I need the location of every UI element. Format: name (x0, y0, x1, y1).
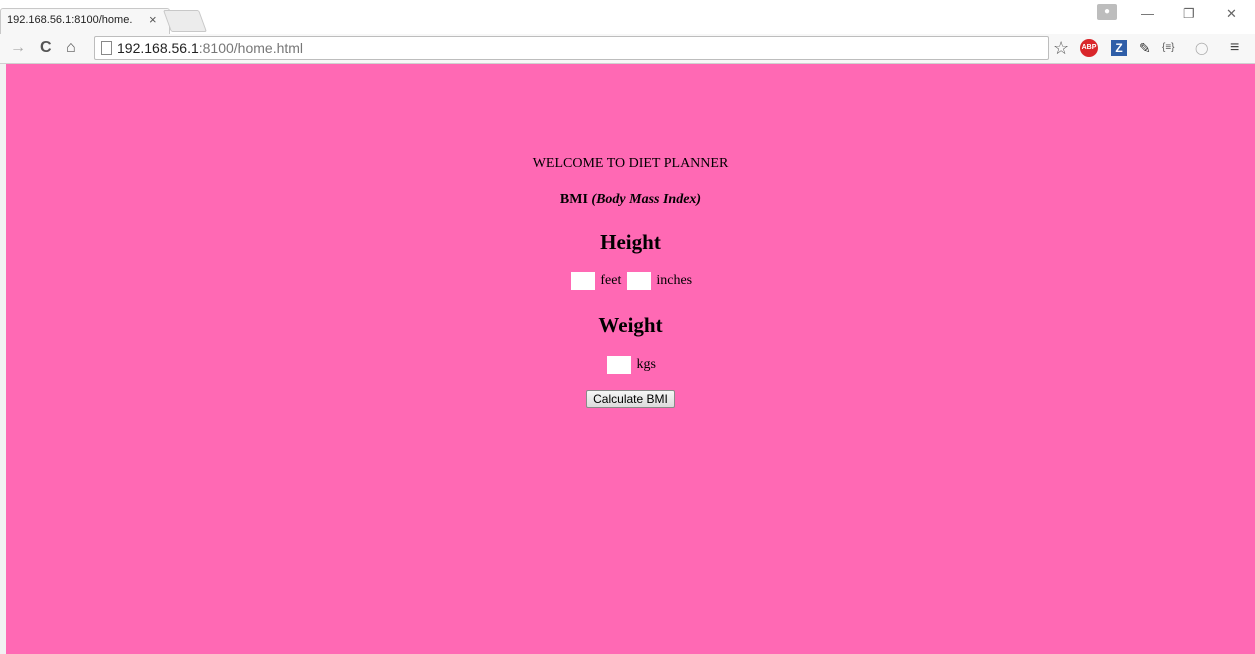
tab-close-icon[interactable]: × (149, 13, 157, 27)
kgs-input[interactable] (607, 356, 632, 374)
tab-strip: 192.168.56.1:8100/home. × ● — ❐ ✕ (0, 0, 1255, 34)
json-extension-icon[interactable]: {≡} (1162, 39, 1175, 57)
inches-label: inches (656, 273, 693, 289)
page-content: WELCOME TO DIET PLANNER BMI (Body Mass I… (6, 64, 1255, 654)
profile-icon[interactable]: ● (1097, 4, 1117, 20)
welcome-heading: WELCOME TO DIET PLANNER (532, 156, 729, 171)
bmi-label: BMI (559, 192, 588, 207)
inches-input[interactable] (626, 272, 651, 290)
weight-row: kgs (6, 356, 1255, 374)
url-text: 192.168.56.1:8100/home.html (117, 40, 303, 56)
page-icon (101, 41, 112, 55)
eyedropper-icon[interactable]: ✎ (1139, 39, 1151, 57)
button-row: Calculate BMI (6, 390, 1255, 408)
height-row: feet inches (6, 272, 1255, 290)
adblock-icon[interactable]: ABP (1080, 39, 1098, 57)
url-path: :8100/home.html (198, 40, 304, 56)
close-window-icon[interactable]: ✕ (1226, 6, 1237, 22)
feet-label: feet (600, 273, 622, 289)
calculate-bmi-button[interactable]: Calculate BMI (586, 390, 675, 408)
bmi-heading: BMI (Body Mass Index) (6, 192, 1255, 208)
browser-window: 192.168.56.1:8100/home. × ● — ❐ ✕ → C ⌂ … (0, 0, 1255, 654)
reload-icon[interactable]: C (40, 38, 52, 58)
address-bar[interactable]: 192.168.56.1:8100/home.html (94, 36, 1049, 60)
star-icon[interactable]: ☆ (1053, 38, 1069, 58)
tab-title: 192.168.56.1:8100/home. (7, 14, 133, 26)
menu-icon[interactable]: ≡ (1230, 39, 1239, 57)
restore-icon[interactable]: ❐ (1183, 6, 1195, 22)
zotero-icon[interactable]: Z (1111, 40, 1127, 56)
tab-home[interactable]: 192.168.56.1:8100/home. × (0, 8, 170, 34)
feet-input[interactable] (570, 272, 595, 290)
home-icon[interactable]: ⌂ (66, 38, 76, 58)
back-icon[interactable]: → (10, 38, 26, 58)
bmi-subtitle: (Body Mass Index) (591, 192, 702, 207)
toolbar: → C ⌂ 192.168.56.1:8100/home.html ☆ ABP … (0, 34, 1255, 64)
url-host: 192.168.56.1 (117, 40, 199, 56)
minimize-icon[interactable]: — (1141, 6, 1154, 21)
kgs-label: kgs (636, 357, 656, 373)
new-tab-button[interactable] (162, 10, 208, 32)
height-heading: Height (600, 230, 661, 254)
opera-icon[interactable]: ◯ (1195, 39, 1208, 57)
weight-heading: Weight (598, 313, 663, 337)
